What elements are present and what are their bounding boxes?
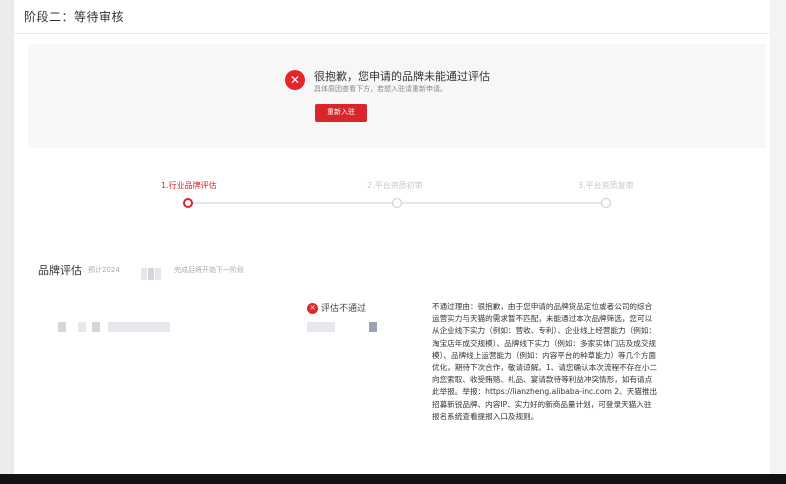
- evaluation-title: 品牌评估: [38, 264, 82, 277]
- redacted-block: [148, 268, 154, 280]
- redacted-block: [92, 322, 100, 332]
- redacted-block: [58, 322, 66, 332]
- result-title: 很抱歉，您申请的品牌未能通过评估: [314, 70, 490, 83]
- result-panel: [28, 44, 766, 148]
- step-2-label: 2.平台资质初审: [367, 181, 423, 190]
- result-subtitle: 具体原因查看下方，若想入驻请重新申请。: [314, 85, 447, 93]
- step-1-dot: [183, 198, 193, 208]
- step-3-label: 3.平台资质复审: [578, 181, 634, 190]
- taskbar: [0, 474, 786, 484]
- evaluation-status: 评估不通过: [321, 304, 367, 314]
- redacted-block: [78, 322, 86, 332]
- error-icon: ✕: [285, 70, 305, 90]
- evaluation-next-note: 完成后将开始下一阶段: [174, 266, 244, 274]
- header-divider: [14, 33, 770, 34]
- redacted-block: [108, 322, 170, 332]
- step-2-dot: [392, 198, 402, 208]
- redacted-block: [141, 268, 147, 280]
- rejection-reason: 不通过理由：很抱歉，由于您申请的品牌货品定位或者公司的综合运营实力与天猫的需求暂…: [432, 302, 658, 421]
- redacted-block: [307, 322, 335, 332]
- fail-status-icon: ✕: [307, 303, 318, 314]
- redacted-block: [369, 322, 377, 332]
- evaluation-date-note: 预计2024: [88, 266, 120, 274]
- redacted-block: [155, 268, 161, 280]
- step-3-dot: [601, 198, 611, 208]
- page-title: 阶段二：等待审核: [24, 10, 125, 24]
- step-1-label: 1.行业品牌评估: [161, 181, 217, 190]
- page-margin: [0, 0, 14, 474]
- reapply-button[interactable]: 重新入驻: [315, 104, 367, 122]
